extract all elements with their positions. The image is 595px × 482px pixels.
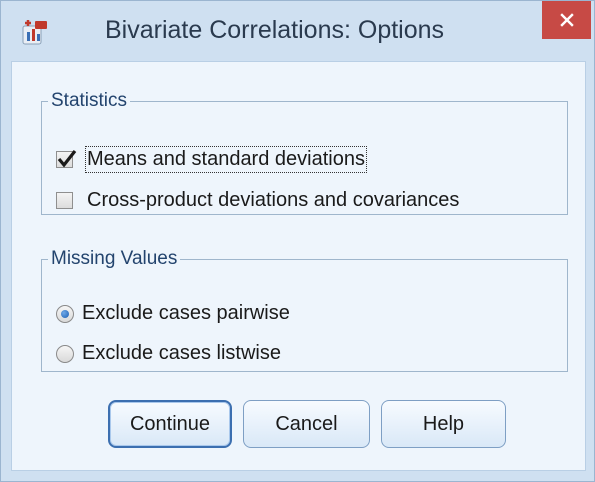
spss-app-icon (21, 18, 49, 46)
exclude-listwise-radio[interactable] (56, 344, 74, 363)
cross-product-checkbox[interactable] (56, 192, 73, 209)
means-std-dev-label: Means and standard deviations (85, 146, 367, 173)
means-std-dev-checkbox[interactable] (56, 150, 77, 168)
exclude-listwise-radio-row[interactable]: Exclude cases listwise (56, 342, 281, 365)
means-std-dev-checkbox-row[interactable]: Means and standard deviations (56, 146, 367, 173)
close-icon (559, 13, 574, 27)
close-button[interactable] (542, 1, 591, 39)
checkmark-icon (57, 150, 77, 168)
radio-selected-dot (61, 309, 69, 318)
exclude-pairwise-radio-row[interactable]: Exclude cases pairwise (56, 302, 290, 325)
title-bar[interactable]: Bivariate Correlations: Options (1, 1, 594, 61)
exclude-listwise-label: Exclude cases listwise (82, 342, 281, 364)
dialog-content: Statistics Means and standard deviations… (11, 61, 586, 471)
cancel-button[interactable]: Cancel (243, 400, 370, 448)
statistics-legend: Statistics (51, 90, 128, 111)
cross-product-label: Cross-product deviations and covariances (87, 189, 460, 211)
dialog-title: Bivariate Correlations: Options (105, 16, 445, 44)
dialog-window: Bivariate Correlations: Options Statisti… (0, 0, 595, 482)
help-button[interactable]: Help (381, 400, 506, 448)
missing-values-group: Missing Values Exclude cases pairwise Ex… (41, 248, 568, 372)
continue-button[interactable]: Continue (108, 400, 232, 448)
exclude-pairwise-label: Exclude cases pairwise (82, 302, 290, 324)
cross-product-checkbox-row[interactable]: Cross-product deviations and covariances (56, 189, 459, 212)
exclude-pairwise-radio[interactable] (56, 304, 74, 323)
missing-values-legend: Missing Values (51, 248, 178, 269)
statistics-group: Statistics Means and standard deviations… (41, 90, 568, 215)
